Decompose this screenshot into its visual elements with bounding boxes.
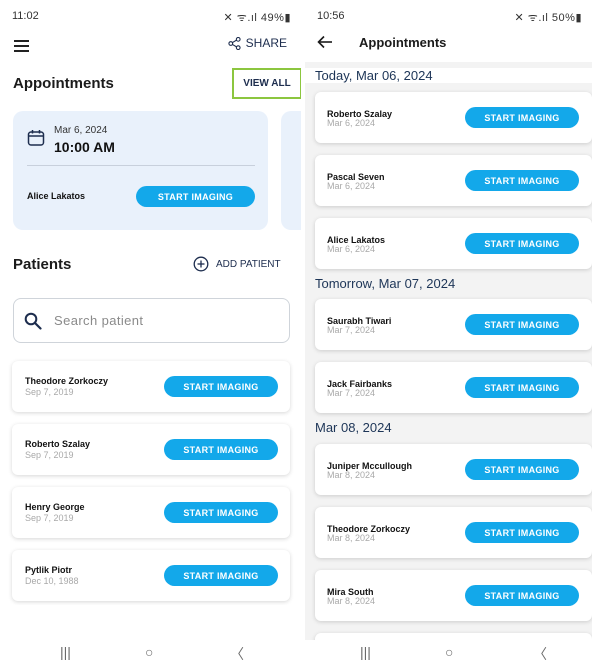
start-imaging-button[interactable]: START IMAGING: [465, 233, 579, 254]
date-group-header: Tomorrow, Mar 07, 2024: [315, 276, 456, 291]
patient-card[interactable]: Pytlik Piotr Dec 10, 1988 START IMAGING: [12, 550, 290, 601]
add-patient-label: ADD PATIENT: [216, 258, 281, 270]
start-imaging-button[interactable]: START IMAGING: [465, 170, 579, 191]
recents-icon[interactable]: |||: [60, 644, 71, 660]
appointment-list-item[interactable]: Roberto Szalay Mar 6, 2024 START IMAGING: [315, 92, 592, 143]
appointment-date: Mar 6, 2024: [327, 181, 376, 191]
calendar-icon: [27, 130, 45, 146]
appointment-list-item[interactable]: Jack Fairbanks Mar 7, 2024 START IMAGING: [315, 362, 592, 413]
start-imaging-button[interactable]: START IMAGING: [164, 439, 278, 460]
start-imaging-button[interactable]: START IMAGING: [465, 585, 579, 606]
patient-card[interactable]: Henry George Sep 7, 2019 START IMAGING: [12, 487, 290, 538]
patient-card[interactable]: Roberto Szalay Sep 7, 2019 START IMAGING: [12, 424, 290, 475]
patient-name: Henry George: [25, 502, 85, 512]
appointment-date: Mar 8, 2024: [327, 470, 376, 480]
appointment-list-item[interactable]: Alice Lakatos Mar 6, 2024 START IMAGING: [315, 218, 592, 269]
start-imaging-button[interactable]: START IMAGING: [465, 377, 579, 398]
system-nav-bar: ||| ○ 〈: [0, 640, 301, 667]
status-system-icons: ✕ ᯤ.ıl 50%▮: [514, 12, 582, 24]
patient-date: Sep 7, 2019: [25, 513, 74, 523]
appointment-card[interactable]: Mar 6, 2024 10:00 AM Alice Lakatos START…: [13, 111, 268, 230]
view-all-button[interactable]: VIEW ALL: [232, 68, 301, 99]
appointments-screen: 10:56 ✕ ᯤ.ıl 50%▮ Appointments Today, Ma…: [305, 0, 592, 667]
status-time: 11:02: [12, 10, 39, 22]
back-icon[interactable]: 〈: [533, 644, 547, 664]
date-group-header: Today, Mar 06, 2024: [305, 68, 592, 83]
share-button[interactable]: SHARE: [228, 36, 287, 50]
search-bar[interactable]: [13, 298, 290, 343]
patient-name: Pytlik Piotr: [25, 565, 73, 575]
appointment-list-item[interactable]: Pascal Seven Mar 6, 2024 START IMAGING: [315, 155, 592, 206]
appointment-time: 10:00 AM: [54, 139, 115, 155]
appointment-list-item[interactable]: Juniper Mccullough Mar 8, 2024 START IMA…: [315, 444, 592, 495]
divider: [27, 165, 255, 166]
date-group-header: Mar 08, 2024: [315, 420, 392, 435]
status-bar: 11:02 ✕ ᯤ.ıl 49%▮: [12, 8, 291, 24]
add-patient-button[interactable]: ADD PATIENT: [193, 256, 281, 272]
appointment-date: Mar 8, 2024: [327, 596, 376, 606]
menu-icon[interactable]: [14, 40, 29, 52]
back-arrow-icon[interactable]: [317, 35, 333, 49]
patient-name: Theodore Zorkoczy: [25, 376, 109, 386]
back-icon[interactable]: 〈: [230, 644, 244, 664]
share-icon: [228, 36, 241, 50]
patient-date: Sep 7, 2019: [25, 387, 74, 397]
add-circle-icon: [193, 256, 209, 272]
appointment-list-item[interactable]: Mira South Mar 8, 2024 START IMAGING: [315, 570, 592, 621]
start-imaging-button[interactable]: START IMAGING: [164, 565, 278, 586]
appointments-heading: Appointments: [13, 75, 114, 92]
home-screen: 11:02 ✕ ᯤ.ıl 49%▮ SHARE Appointments VIE…: [0, 0, 301, 667]
appointment-date: Mar 7, 2024: [327, 325, 376, 335]
patients-heading: Patients: [13, 256, 72, 273]
appointment-patient-name: Alice Lakatos: [27, 191, 86, 201]
patient-date: Dec 10, 1988: [25, 576, 79, 586]
patient-card[interactable]: Theodore Zorkoczy Sep 7, 2019 START IMAG…: [12, 361, 290, 412]
system-nav-bar: ||| ○ 〈: [305, 640, 592, 667]
appointment-list-item[interactable]: Saurabh Tiwari Mar 7, 2024 START IMAGING: [315, 299, 592, 350]
home-icon[interactable]: ○: [145, 644, 153, 660]
appointment-date: Mar 8, 2024: [327, 533, 376, 543]
search-input[interactable]: [54, 313, 254, 328]
appointment-date: Mar 7, 2024: [327, 388, 376, 398]
page-title: Appointments: [359, 35, 447, 50]
start-imaging-button[interactable]: START IMAGING: [465, 107, 579, 128]
recents-icon[interactable]: |||: [360, 644, 371, 660]
patient-date: Sep 7, 2019: [25, 450, 74, 460]
status-time: 10:56: [317, 10, 345, 22]
start-imaging-button[interactable]: START IMAGING: [465, 314, 579, 335]
start-imaging-button[interactable]: START IMAGING: [136, 186, 255, 207]
start-imaging-button[interactable]: START IMAGING: [164, 502, 278, 523]
start-imaging-button[interactable]: START IMAGING: [465, 459, 579, 480]
appointment-card-next[interactable]: [281, 111, 301, 230]
appointment-date: Mar 6, 2024: [327, 244, 376, 254]
appointment-date: Mar 6, 2024: [327, 118, 376, 128]
start-imaging-button[interactable]: START IMAGING: [465, 522, 579, 543]
appointment-date: Mar 6, 2024: [54, 125, 108, 136]
search-icon: [24, 312, 42, 330]
status-system-icons: ✕ ᯤ.ıl 49%▮: [223, 12, 291, 24]
status-bar: 10:56 ✕ ᯤ.ıl 50%▮: [317, 8, 582, 24]
home-icon[interactable]: ○: [445, 644, 453, 660]
start-imaging-button[interactable]: START IMAGING: [164, 376, 278, 397]
appointment-list-item[interactable]: Theodore Zorkoczy Mar 8, 2024 START IMAG…: [315, 507, 592, 558]
share-label: SHARE: [245, 36, 287, 50]
patient-name: Roberto Szalay: [25, 439, 91, 449]
